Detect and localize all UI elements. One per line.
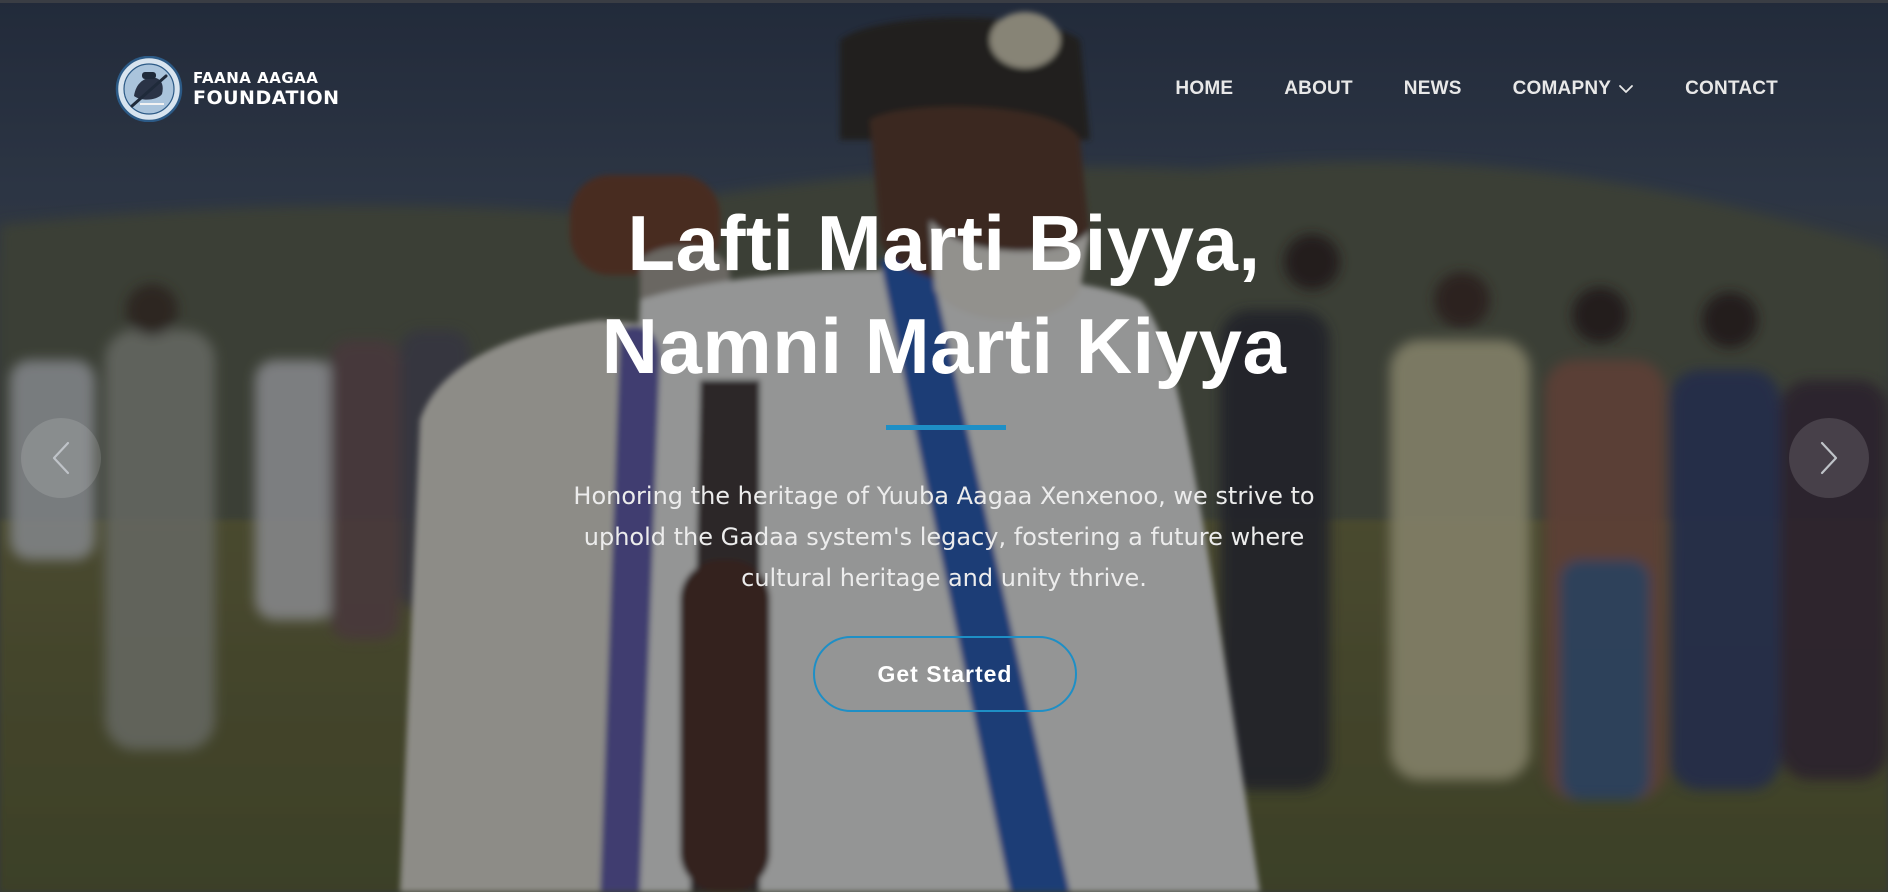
nav-item-company-label: COMAPNY: [1512, 78, 1612, 99]
brand-logo[interactable]: FAANA AAGAA FOUNDATION: [112, 56, 340, 122]
slider-prev-button[interactable]: [21, 418, 101, 498]
chevron-right-icon: [1820, 441, 1838, 475]
hero-headline-line1: Lafti Marti Biyya,: [627, 199, 1261, 287]
hero-headline: Lafti Marti Biyya, Namni Marti Kiyya: [0, 192, 1888, 398]
brand-line2: FOUNDATION: [193, 86, 340, 109]
headline-divider: [886, 425, 1006, 430]
hero-section: FAANA AAGAA FOUNDATION HOME ABOUT NEWS C…: [0, 0, 1888, 892]
chevron-down-icon: [1619, 85, 1634, 93]
chevron-left-icon: [52, 441, 70, 475]
hero-headline-line2: Namni Marti Kiyya: [601, 302, 1287, 390]
get-started-button[interactable]: Get Started: [813, 636, 1077, 712]
main-navigation: HOME ABOUT NEWS COMAPNY CONTACT: [1175, 76, 1778, 102]
nav-item-home[interactable]: HOME: [1175, 78, 1233, 100]
slider-next-button[interactable]: [1789, 418, 1869, 498]
foundation-emblem-icon: [115, 56, 183, 122]
hero-description: Honoring the heritage of Yuuba Aagaa Xen…: [573, 482, 1315, 592]
nav-item-contact[interactable]: CONTACT: [1685, 78, 1778, 100]
brand-line1: FAANA AAGAA: [193, 68, 319, 87]
top-border: [0, 0, 1888, 3]
nav-item-news[interactable]: NEWS: [1404, 78, 1462, 100]
nav-item-company[interactable]: COMAPNY: [1513, 78, 1635, 100]
hero-dark-overlay: [0, 0, 1888, 892]
brand-wordmark: FAANA AAGAA FOUNDATION: [193, 68, 340, 109]
nav-item-about[interactable]: ABOUT: [1284, 78, 1353, 100]
